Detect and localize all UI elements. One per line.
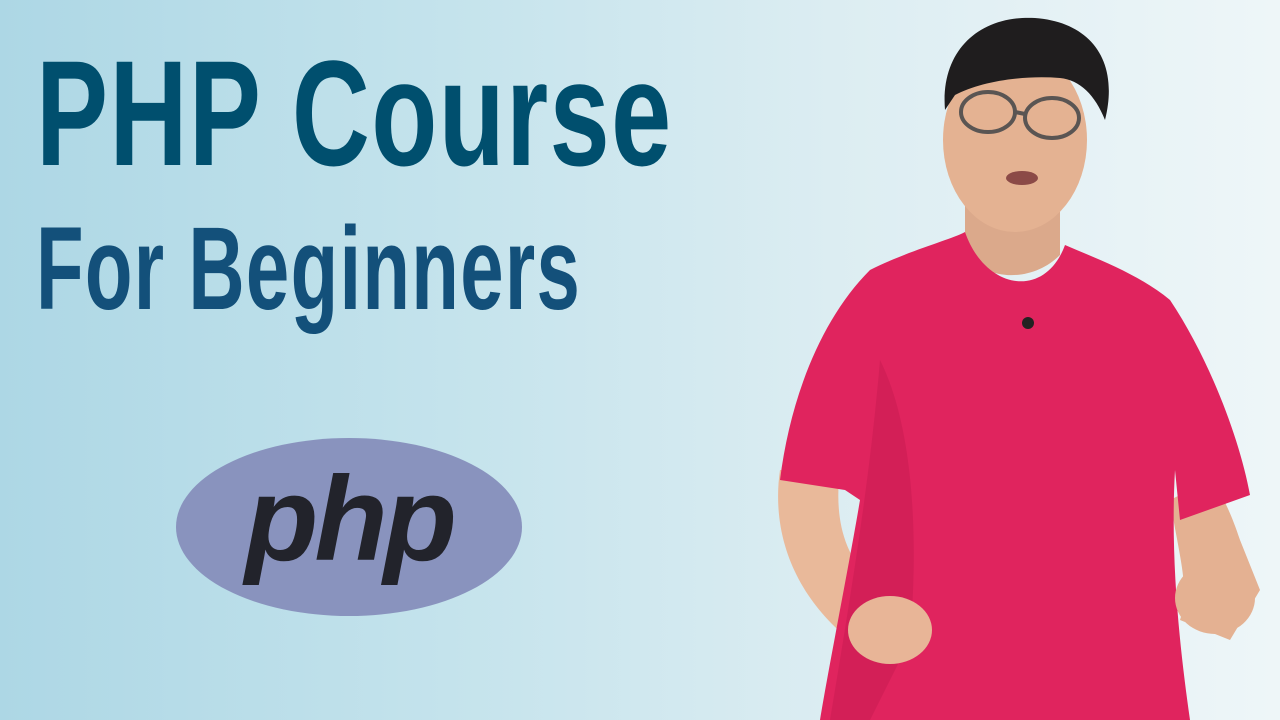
presenter-right-fist [1175,562,1255,634]
php-logo-text: php [245,452,457,586]
course-title: PHP Course [36,29,673,197]
php-logo: php [176,438,522,616]
presenter-photo [778,17,1260,720]
presenter-mouth [1006,171,1038,185]
lapel-mic-icon [1022,317,1034,329]
presenter-left-fist [848,596,932,664]
course-subtitle: For Beginners [36,203,582,335]
